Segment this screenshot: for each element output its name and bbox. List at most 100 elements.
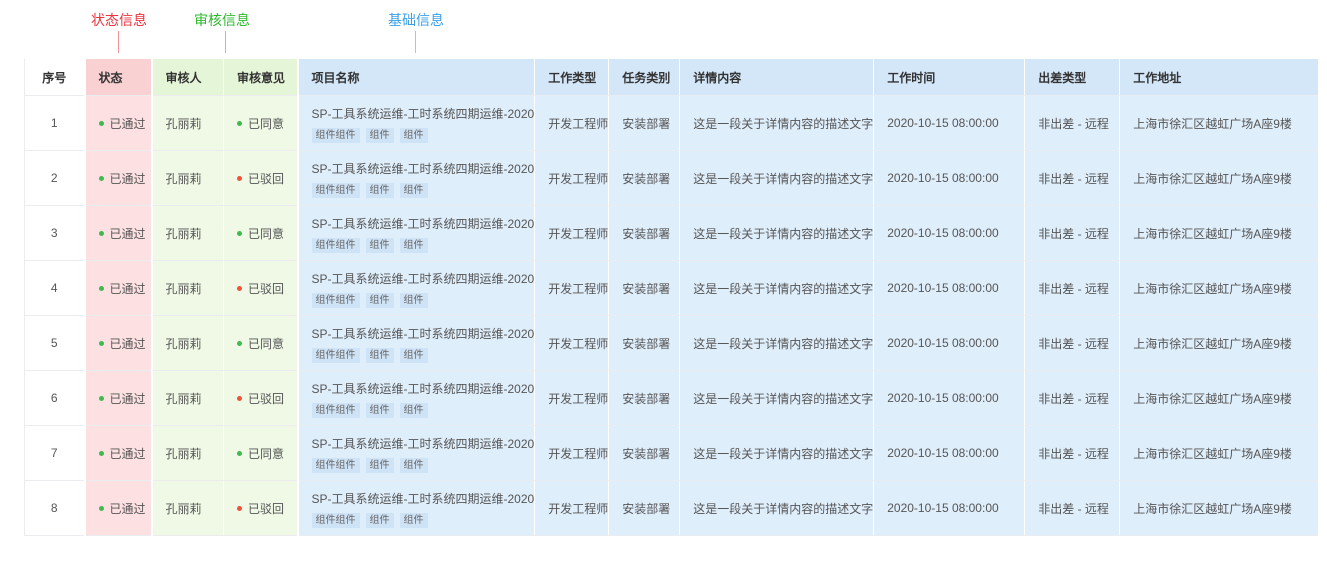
review-group-pointer bbox=[225, 31, 226, 53]
header-work-type[interactable]: 工作类型 bbox=[534, 59, 609, 96]
table-row[interactable]: 8 已通过 孔丽莉 已驳回 SP-工具系统运维-工时系统四期运维-2020 组件组… bbox=[24, 480, 1318, 536]
work-time-cell: 2020-10-15 08:00:00 bbox=[873, 480, 1025, 536]
trip-type-cell: 非出差 - 远程 bbox=[1024, 95, 1120, 151]
table-row[interactable]: 3 已通过 孔丽莉 已同意 SP-工具系统运维-工时系统四期运维-2020 组件组… bbox=[24, 205, 1318, 261]
approved-dot-icon bbox=[237, 450, 242, 456]
table-row[interactable]: 6 已通过 孔丽莉 已驳回 SP-工具系统运维-工时系统四期运维-2020 组件组… bbox=[24, 370, 1318, 426]
table-row[interactable]: 1 已通过 孔丽莉 已同意 SP-工具系统运维-工时系统四期运维-2020 组件组… bbox=[24, 95, 1318, 151]
project-name[interactable]: SP-工具系统运维-工时系统四期运维-2020 bbox=[312, 161, 535, 177]
task-type-cell: 安装部署 bbox=[608, 425, 680, 481]
approved-dot-icon bbox=[237, 230, 242, 236]
work-time-cell: 2020-10-15 08:00:00 bbox=[873, 95, 1025, 151]
project-tag: 组件 bbox=[365, 237, 394, 253]
status-cell: 已通过 bbox=[83, 95, 152, 151]
project-tag: 组件 bbox=[365, 182, 394, 198]
work-time-cell: 2020-10-15 08:00:00 bbox=[873, 315, 1025, 371]
opinion-cell: 已驳回 bbox=[223, 260, 298, 316]
table-row[interactable]: 7 已通过 孔丽莉 已同意 SP-工具系统运维-工时系统四期运维-2020 组件组… bbox=[24, 425, 1318, 481]
status-cell: 已通过 bbox=[83, 205, 152, 261]
table-row[interactable]: 2 已通过 孔丽莉 已驳回 SP-工具系统运维-工时系统四期运维-2020 组件组… bbox=[24, 150, 1318, 206]
status-cell: 已通过 bbox=[83, 315, 152, 371]
status-text: 已通过 bbox=[109, 171, 146, 186]
project-tag: 组件 bbox=[399, 347, 428, 363]
project-tag: 组件组件 bbox=[311, 237, 360, 253]
status-cell: 已通过 bbox=[83, 150, 152, 206]
opinion-text: 已驳回 bbox=[248, 281, 285, 296]
row-index: 4 bbox=[24, 260, 85, 316]
opinion-cell: 已同意 bbox=[223, 95, 298, 151]
project-name[interactable]: SP-工具系统运维-工时系统四期运维-2020 bbox=[312, 271, 535, 287]
header-index[interactable]: 序号 bbox=[24, 59, 85, 96]
project-cell: SP-工具系统运维-工时系统四期运维-2020 组件组件 组件 组件 bbox=[296, 205, 535, 261]
project-tag: 组件 bbox=[365, 292, 394, 308]
header-work-time[interactable]: 工作时间 bbox=[873, 59, 1025, 96]
reviewer-cell: 孔丽莉 bbox=[150, 95, 224, 151]
project-name[interactable]: SP-工具系统运维-工时系统四期运维-2020 bbox=[312, 381, 535, 397]
project-name[interactable]: SP-工具系统运维-工时系统四期运维-2020 bbox=[312, 326, 535, 342]
detail-cell: 这是一段关于详情内容的描述文字 bbox=[679, 370, 874, 426]
approved-dot-icon bbox=[98, 505, 104, 511]
project-name[interactable]: SP-工具系统运维-工时系统四期运维-2020 bbox=[312, 106, 535, 122]
address-cell: 上海市徐汇区越虹广场A座9楼 bbox=[1119, 480, 1318, 536]
status-text: 已通过 bbox=[109, 226, 146, 241]
trip-type-cell: 非出差 - 远程 bbox=[1024, 260, 1120, 316]
work-time-cell: 2020-10-15 08:00:00 bbox=[873, 370, 1025, 426]
project-tags: 组件组件 组件 组件 bbox=[311, 237, 535, 253]
opinion-text: 已同意 bbox=[248, 446, 285, 461]
project-tags: 组件组件 组件 组件 bbox=[311, 292, 535, 308]
opinion-text: 已同意 bbox=[248, 116, 285, 131]
project-name[interactable]: SP-工具系统运维-工时系统四期运维-2020 bbox=[312, 216, 535, 232]
project-name[interactable]: SP-工具系统运维-工时系统四期运维-2020 bbox=[312, 436, 535, 452]
task-type-cell: 安装部署 bbox=[608, 315, 680, 371]
status-text: 已通过 bbox=[109, 116, 146, 131]
header-status[interactable]: 状态 bbox=[83, 59, 152, 96]
row-index: 1 bbox=[24, 95, 85, 151]
reviewer-cell: 孔丽莉 bbox=[150, 150, 224, 206]
row-index: 2 bbox=[24, 150, 85, 206]
header-task-type[interactable]: 任务类别 bbox=[608, 59, 680, 96]
work-type-cell: 开发工程师 bbox=[534, 370, 609, 426]
project-tags: 组件组件 组件 组件 bbox=[311, 182, 535, 198]
header-address[interactable]: 工作地址 bbox=[1119, 59, 1318, 96]
basic-group-pointer bbox=[415, 31, 416, 53]
header-project-name[interactable]: 项目名称 bbox=[296, 59, 535, 96]
project-cell: SP-工具系统运维-工时系统四期运维-2020 组件组件 组件 组件 bbox=[296, 480, 535, 536]
project-tag: 组件 bbox=[365, 402, 394, 418]
header-review-opinion[interactable]: 审核意见 bbox=[223, 59, 298, 96]
work-type-cell: 开发工程师 bbox=[534, 425, 609, 481]
status-cell: 已通过 bbox=[83, 480, 152, 536]
detail-cell: 这是一段关于详情内容的描述文字 bbox=[679, 205, 874, 261]
trip-type-cell: 非出差 - 远程 bbox=[1024, 150, 1120, 206]
approved-dot-icon bbox=[237, 120, 242, 126]
opinion-cell: 已驳回 bbox=[223, 480, 298, 536]
row-index: 8 bbox=[24, 480, 85, 536]
task-type-cell: 安装部署 bbox=[608, 95, 680, 151]
opinion-cell: 已同意 bbox=[223, 425, 298, 481]
table-row[interactable]: 5 已通过 孔丽莉 已同意 SP-工具系统运维-工时系统四期运维-2020 组件组… bbox=[24, 315, 1318, 371]
header-detail[interactable]: 详情内容 bbox=[679, 59, 874, 96]
task-type-cell: 安装部署 bbox=[608, 370, 680, 426]
trip-type-cell: 非出差 - 远程 bbox=[1024, 370, 1120, 426]
work-type-cell: 开发工程师 bbox=[534, 95, 609, 151]
project-tag: 组件 bbox=[399, 292, 428, 308]
address-cell: 上海市徐汇区越虹广场A座9楼 bbox=[1119, 425, 1318, 481]
reviewer-cell: 孔丽莉 bbox=[150, 425, 224, 481]
table-row[interactable]: 4 已通过 孔丽莉 已驳回 SP-工具系统运维-工时系统四期运维-2020 组件组… bbox=[24, 260, 1318, 316]
project-cell: SP-工具系统运维-工时系统四期运维-2020 组件组件 组件 组件 bbox=[296, 150, 535, 206]
project-name[interactable]: SP-工具系统运维-工时系统四期运维-2020 bbox=[312, 491, 535, 507]
project-cell: SP-工具系统运维-工时系统四期运维-2020 组件组件 组件 组件 bbox=[296, 260, 535, 316]
header-reviewer[interactable]: 审核人 bbox=[150, 59, 224, 96]
detail-cell: 这是一段关于详情内容的描述文字 bbox=[679, 150, 874, 206]
reviewer-cell: 孔丽莉 bbox=[150, 370, 224, 426]
project-tag: 组件 bbox=[399, 182, 428, 198]
address-cell: 上海市徐汇区越虹广场A座9楼 bbox=[1119, 260, 1318, 316]
status-text: 已通过 bbox=[109, 501, 146, 516]
project-tag: 组件组件 bbox=[311, 457, 360, 473]
opinion-text: 已驳回 bbox=[248, 501, 285, 516]
project-tag: 组件 bbox=[365, 127, 394, 143]
status-cell: 已通过 bbox=[83, 425, 152, 481]
rejected-dot-icon bbox=[237, 285, 242, 291]
project-tag: 组件 bbox=[365, 512, 394, 528]
header-trip-type[interactable]: 出差类型 bbox=[1024, 59, 1120, 96]
work-type-cell: 开发工程师 bbox=[534, 150, 609, 206]
